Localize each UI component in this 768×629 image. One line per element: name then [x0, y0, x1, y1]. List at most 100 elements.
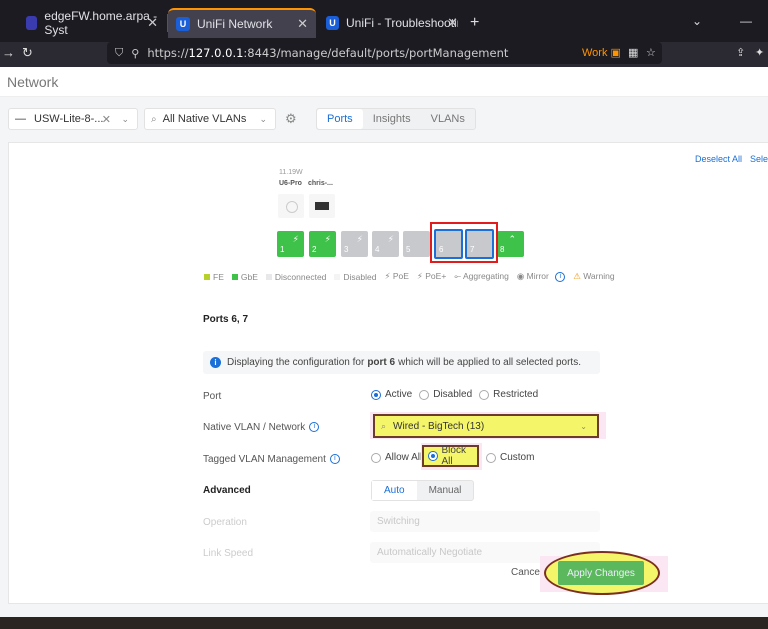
- firewall-favicon-icon: [26, 16, 38, 30]
- device-label: U6-Pro: [279, 180, 302, 187]
- address-bar[interactable]: ⛉ ⚲ https://127.0.0.1:8443/manage/defaul…: [107, 42, 662, 64]
- poe-bolt-icon: ⚡: [356, 234, 363, 244]
- warning-icon: ⚠: [573, 271, 581, 281]
- new-tab-button[interactable]: +: [470, 14, 479, 32]
- clear-icon[interactable]: ✕: [102, 113, 111, 126]
- cancel-button[interactable]: Cancel: [511, 567, 542, 578]
- info-icon[interactable]: i: [329, 454, 340, 465]
- legend-gbe: GbE: [231, 272, 258, 282]
- close-tab-icon[interactable]: ✕: [447, 15, 458, 31]
- advanced-mode-toggle: Auto Manual: [371, 480, 475, 501]
- url-text: https://127.0.0.1:8443/manage/default/po…: [147, 46, 509, 60]
- desktop-background-strip: [0, 617, 768, 629]
- deselect-all-link[interactable]: Deselect All: [695, 154, 742, 164]
- legend-disconnected: Disconnected: [265, 272, 326, 282]
- operation-label: Operation: [203, 517, 247, 528]
- switch-port-3[interactable]: ⚡ 3: [341, 231, 368, 257]
- select-all-link[interactable]: Select All: [750, 154, 768, 164]
- switch-port-5[interactable]: 5: [403, 231, 430, 257]
- close-tab-icon[interactable]: ✕: [147, 15, 158, 31]
- tagged-vlan-radio-custom-wrap: Custom: [486, 452, 541, 463]
- legend-mirror: ◉ Mirror i: [516, 271, 566, 282]
- extensions-grid-icon[interactable]: ▦: [628, 46, 638, 59]
- native-vlan-label: Native VLAN / Network i: [203, 422, 320, 433]
- port-label: Port: [203, 391, 222, 402]
- switch-port-1[interactable]: ⚡ 1: [277, 231, 304, 257]
- page-title: Network: [7, 74, 59, 90]
- native-vlan-select[interactable]: ⌕ Wired - BigTech (13) ⌄: [370, 412, 606, 439]
- radio-restricted[interactable]: Restricted: [479, 389, 538, 400]
- browser-tab-edgefw[interactable]: edgeFW.home.arpa - Syst ✕: [18, 8, 166, 38]
- poe-bolt-icon: ⚡: [324, 234, 331, 244]
- gear-icon[interactable]: ⚙: [285, 111, 297, 127]
- extensions-puzzle-icon[interactable]: ✦: [755, 46, 764, 59]
- browser-tab-unifi-network[interactable]: U UniFi Network ✕: [168, 8, 316, 38]
- native-vlan-value: Wired - BigTech (13): [393, 420, 485, 432]
- view-tabs: Ports Insights VLANs: [316, 108, 476, 130]
- advanced-auto-option[interactable]: Auto: [372, 481, 417, 500]
- poe-wattage: 11.19W: [279, 169, 303, 176]
- search-icon: ⌕: [151, 113, 157, 125]
- shield-icon: ⛉: [115, 46, 124, 59]
- close-tab-icon[interactable]: ✕: [297, 16, 308, 32]
- tab-vlans[interactable]: VLANs: [421, 109, 475, 129]
- advanced-manual-option[interactable]: Manual: [417, 481, 474, 500]
- forward-arrow-icon[interactable]: →: [2, 45, 15, 60]
- legend-fe: FE: [204, 272, 224, 282]
- port-legend: FE GbE Disconnected Disabled ⚡ PoE ⚡ PoE…: [204, 271, 615, 282]
- vlan-filter-value: All Native VLANs: [162, 113, 247, 125]
- mirror-eye-icon: ◉: [516, 271, 525, 281]
- link-speed-label: Link Speed: [203, 548, 254, 559]
- advanced-label: Advanced: [203, 485, 251, 496]
- selected-ports-highlight: [430, 222, 498, 263]
- info-icon: i: [210, 357, 221, 368]
- device-select-value: USW-Lite-8-...: [34, 113, 104, 125]
- legend-poe-plus: ⚡ PoE+: [416, 271, 447, 281]
- port-state-radio-group: Active Disabled Restricted: [371, 389, 545, 400]
- search-icon: ⌕: [381, 420, 387, 431]
- unifi-favicon-icon: U: [326, 16, 339, 30]
- page-info-icon: ⚲: [131, 47, 140, 60]
- tab-list-chevron-icon[interactable]: ⌄: [692, 14, 702, 28]
- switch-port-4[interactable]: ⚡ 4: [372, 231, 399, 257]
- info-icon[interactable]: i: [555, 271, 566, 282]
- ports-toolbar: — USW-Lite-8-... ✕ ⌄ ⌕ All Native VLANs …: [0, 108, 768, 132]
- chevron-down-icon: ⌄: [259, 113, 267, 124]
- switch-port-2[interactable]: ⚡ 2: [309, 231, 336, 257]
- operation-select[interactable]: Switching: [370, 511, 600, 532]
- legend-warning: ⚠ Warning: [573, 271, 615, 281]
- browser-nav-bar: → ↻ ⛉ ⚲ https://127.0.0.1:8443/manage/de…: [0, 42, 768, 67]
- briefcase-icon: ▣: [610, 47, 621, 59]
- access-point-icon[interactable]: [278, 194, 304, 218]
- radio-active[interactable]: Active: [371, 389, 412, 400]
- share-icon[interactable]: ⇪: [736, 46, 745, 59]
- radio-disabled[interactable]: Disabled: [419, 389, 472, 400]
- device-dash-icon: —: [15, 113, 26, 125]
- info-icon[interactable]: i: [309, 422, 320, 433]
- native-vlan-filter[interactable]: ⌕ All Native VLANs ⌄: [144, 108, 276, 130]
- tab-insights[interactable]: Insights: [363, 109, 421, 129]
- legend-disabled: Disabled: [334, 272, 376, 282]
- container-label[interactable]: Work ▣: [582, 46, 621, 59]
- switch-device-icon[interactable]: [309, 194, 335, 218]
- legend-poe: ⚡ PoE: [384, 271, 409, 281]
- unifi-favicon-icon: U: [176, 17, 190, 31]
- radio-allow-all[interactable]: Allow All: [371, 452, 422, 463]
- browser-tab-bar: edgeFW.home.arpa - Syst ✕ U UniFi Networ…: [0, 0, 768, 42]
- tab-title: UniFi Network: [197, 17, 273, 31]
- tab-ports[interactable]: Ports: [317, 109, 363, 129]
- bookmark-star-icon[interactable]: ☆: [646, 46, 656, 59]
- switch-port-8[interactable]: ⌃ 8: [497, 231, 524, 257]
- browser-tab-unifi-troubleshooting[interactable]: U UniFi - Troubleshooting U ✕: [318, 8, 466, 38]
- selected-ports-title: Ports 6, 7: [203, 314, 249, 325]
- info-banner: i Displaying the configuration for port 6…: [203, 351, 600, 374]
- reload-icon[interactable]: ↻: [22, 45, 33, 61]
- radio-block-all[interactable]: Block All: [422, 445, 479, 467]
- tagged-vlan-label: Tagged VLAN Management i: [203, 454, 340, 465]
- apply-changes-button[interactable]: Apply Changes: [558, 561, 644, 585]
- aggregating-icon: ⟜: [454, 271, 462, 281]
- minimize-window-icon[interactable]: —: [740, 14, 752, 28]
- uplink-chevron-icon: ⌃: [508, 234, 516, 244]
- radio-custom[interactable]: Custom: [486, 452, 534, 463]
- device-select[interactable]: — USW-Lite-8-... ✕ ⌄: [8, 108, 138, 130]
